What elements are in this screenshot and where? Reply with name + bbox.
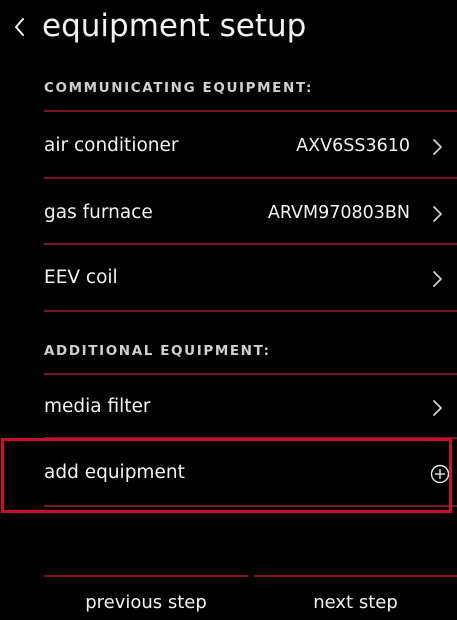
next-step-label: next step [313, 592, 398, 613]
model-number: AXV6SS3610 [296, 136, 410, 156]
header: equipment setup [0, 0, 457, 58]
previous-step-label: previous step [85, 592, 207, 613]
previous-step-button[interactable]: previous step [44, 575, 248, 620]
chevron-right-icon [430, 269, 444, 289]
row-label: add equipment [44, 462, 185, 483]
divider [44, 505, 457, 507]
row-eev-coil[interactable]: EEV coil [44, 252, 444, 306]
row-label: air conditioner [44, 135, 179, 156]
row-media-filter[interactable]: media filter [44, 381, 444, 435]
row-label: gas furnace [44, 202, 153, 223]
chevron-right-icon [430, 398, 444, 418]
divider [44, 437, 457, 439]
back-button[interactable] [8, 10, 34, 44]
divider [44, 575, 248, 577]
chevron-right-icon [430, 204, 444, 224]
divider [44, 373, 457, 375]
row-air-conditioner[interactable]: air conditioner AXV6SS3610 [44, 120, 444, 174]
next-step-button[interactable]: next step [254, 575, 457, 620]
section-header-communicating: COMMUNICATING EQUIPMENT: [44, 80, 313, 96]
model-number: ARVM970803BN [267, 203, 410, 223]
row-label: EEV coil [44, 267, 118, 288]
section-header-additional: ADDITIONAL EQUIPMENT: [44, 343, 271, 359]
divider [44, 243, 457, 245]
plus-circle-icon[interactable] [430, 464, 450, 484]
chevron-left-icon [8, 10, 34, 44]
row-add-equipment[interactable]: add equipment [44, 447, 450, 501]
divider [254, 575, 457, 577]
divider [44, 310, 457, 312]
row-label: media filter [44, 396, 151, 417]
divider [44, 177, 457, 179]
page-title: equipment setup [42, 8, 307, 44]
divider [44, 110, 457, 112]
row-gas-furnace[interactable]: gas furnace ARVM970803BN [44, 187, 444, 241]
chevron-right-icon [430, 137, 444, 157]
